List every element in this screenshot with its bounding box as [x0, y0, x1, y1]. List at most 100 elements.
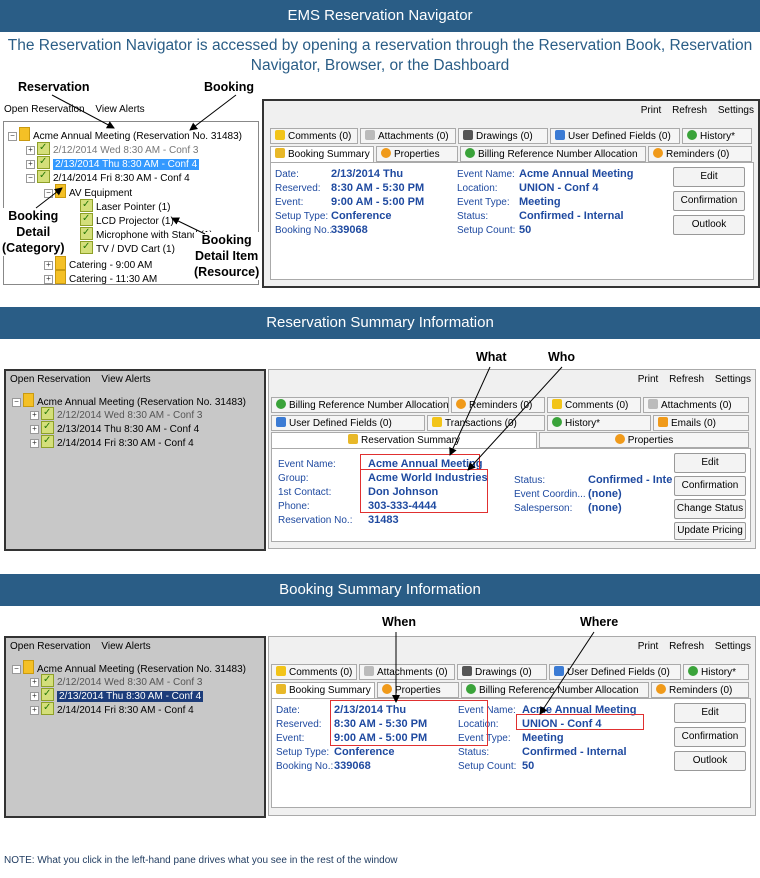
tab-transactions[interactable]: Transactions (0) [427, 415, 545, 431]
booking-check-icon [41, 420, 54, 434]
refresh-button[interactable]: Refresh [669, 374, 704, 385]
confirmation-button[interactable]: Confirmation [674, 727, 746, 747]
collapse-icon[interactable]: − [12, 398, 21, 407]
tree-booking-node[interactable]: +2/13/2014 Thu 8:30 AM - Conf 4 [30, 687, 204, 702]
date-value: 2/13/2014 Thu [331, 168, 404, 180]
tab-billing[interactable]: Billing Reference Number Allocation [460, 146, 646, 162]
change-status-button[interactable]: Change Status [674, 499, 746, 519]
tab-reminders[interactable]: Reminders (0) [648, 146, 752, 162]
tab-comments[interactable]: Comments (0) [547, 397, 641, 413]
tab-properties[interactable]: Properties [377, 682, 459, 698]
tab-booking-summary[interactable]: Booking Summary [271, 682, 375, 698]
tree-booking-node[interactable]: +2/13/2014 Thu 8:30 AM - Conf 4 [26, 155, 200, 170]
tab-history[interactable]: History* [547, 415, 651, 431]
expand-icon[interactable]: + [30, 425, 39, 434]
tab-reminders[interactable]: Reminders (0) [651, 682, 749, 698]
update-pricing-button[interactable]: Update Pricing [674, 522, 746, 540]
tab-comments[interactable]: Comments (0) [271, 664, 357, 680]
settings-button[interactable]: Settings [718, 105, 754, 116]
expand-icon[interactable]: + [30, 678, 39, 687]
print-button[interactable]: Print [638, 374, 659, 385]
open-reservation-menu[interactable]: Open Reservation [10, 374, 91, 385]
tab-attachments[interactable]: Attachments (0) [643, 397, 749, 413]
tab-attachments[interactable]: Attachments (0) [360, 128, 456, 144]
label-booking-detail: Booking Detail (Category) [2, 208, 65, 256]
print-button[interactable]: Print [638, 641, 659, 652]
expand-icon[interactable]: + [30, 706, 39, 715]
tab-billing[interactable]: Billing Reference Number Allocation [271, 397, 449, 413]
collapse-icon[interactable]: − [44, 189, 53, 198]
event-name-label: Event Name: [457, 169, 515, 180]
edit-button[interactable]: Edit [674, 703, 746, 723]
open-reservation-menu[interactable]: Open Reservation [10, 641, 91, 652]
tree-booking-node[interactable]: +2/12/2014 Wed 8:30 AM - Conf 3 [30, 673, 202, 688]
expand-icon[interactable]: + [44, 275, 53, 284]
refresh-button[interactable]: Refresh [669, 641, 704, 652]
setup-type-label: Setup Type: [275, 211, 329, 222]
open-reservation-menu[interactable]: Open Reservation [4, 104, 85, 115]
tab-billing[interactable]: Billing Reference Number Allocation [461, 682, 649, 698]
view-alerts-menu[interactable]: View Alerts [101, 641, 150, 652]
tab-attachments[interactable]: Attachments (0) [359, 664, 455, 680]
expand-icon[interactable]: + [30, 411, 39, 420]
billing-icon [466, 684, 476, 694]
booking-check-icon [41, 406, 54, 420]
expand-icon[interactable]: + [26, 160, 35, 169]
tab-reservation-summary[interactable]: Reservation Summary [271, 432, 537, 448]
tree-booking-node[interactable]: −2/14/2014 Fri 8:30 AM - Conf 4 [26, 169, 190, 184]
tree-category-node[interactable]: − AV Equipment [44, 184, 132, 199]
tree-booking-node[interactable]: +2/13/2014 Thu 8:30 AM - Conf 4 [30, 420, 199, 435]
collapse-icon[interactable]: − [8, 132, 17, 141]
label-when: When [382, 615, 417, 629]
collapse-icon[interactable]: − [12, 665, 21, 674]
tree-booking-node[interactable]: +2/12/2014 Wed 8:30 AM - Conf 3 [26, 141, 198, 156]
tab-emails[interactable]: Emails (0) [653, 415, 749, 431]
expand-icon[interactable]: + [30, 692, 39, 701]
tree-item-node[interactable]: Microphone with Stand (1) [80, 226, 213, 241]
tree-booking-node[interactable]: +2/12/2014 Wed 8:30 AM - Conf 3 [30, 406, 202, 421]
tab-user-defined-fields[interactable]: User Defined Fields (0) [549, 664, 681, 680]
tab-drawings[interactable]: Drawings (0) [457, 664, 547, 680]
item-check-icon [80, 226, 93, 240]
expand-icon[interactable]: + [44, 261, 53, 270]
tab-user-defined-fields[interactable]: User Defined Fields (0) [550, 128, 680, 144]
status-label: Status: [457, 211, 489, 222]
tree-category-node[interactable]: + Catering - 11:30 AM [44, 270, 157, 285]
tree-item-node[interactable]: LCD Projector (1) [80, 212, 174, 227]
tree-item-node[interactable]: Laser Pointer (1) [80, 198, 170, 213]
tree-reservation-node[interactable]: − Acme Annual Meeting (Reservation No. 31… [12, 660, 246, 675]
summary-icon [275, 148, 285, 158]
tab-booking-summary[interactable]: Booking Summary [270, 146, 374, 162]
refresh-button[interactable]: Refresh [672, 105, 707, 116]
tab-properties[interactable]: Properties [376, 146, 458, 162]
tree-category-node[interactable]: + Catering - 9:00 AM [44, 256, 152, 271]
tab-history[interactable]: History* [683, 664, 749, 680]
tab-reminders[interactable]: Reminders (0) [451, 397, 545, 413]
print-button[interactable]: Print [641, 105, 662, 116]
reservation-summary-banner: Reservation Summary Information [0, 307, 760, 339]
outlook-button[interactable]: Outlook [673, 215, 745, 235]
tab-user-defined-fields[interactable]: User Defined Fields (0) [271, 415, 425, 431]
edit-button[interactable]: Edit [674, 453, 746, 473]
tab-drawings[interactable]: Drawings (0) [458, 128, 548, 144]
expand-icon[interactable]: + [26, 146, 35, 155]
edit-button[interactable]: Edit [673, 167, 745, 187]
settings-button[interactable]: Settings [715, 374, 751, 385]
collapse-icon[interactable]: − [26, 174, 35, 183]
tab-properties[interactable]: Properties [539, 432, 749, 448]
tab-comments[interactable]: Comments (0) [270, 128, 358, 144]
view-alerts-menu[interactable]: View Alerts [95, 104, 144, 115]
outlook-button[interactable]: Outlook [674, 751, 746, 771]
settings-button[interactable]: Settings [715, 641, 751, 652]
tree-reservation-node[interactable]: − Acme Annual Meeting (Reservation No. 31… [8, 127, 242, 142]
confirmation-button[interactable]: Confirmation [673, 191, 745, 211]
view-alerts-menu[interactable]: View Alerts [101, 374, 150, 385]
tree-booking-node[interactable]: +2/14/2014 Fri 8:30 AM - Conf 4 [30, 701, 194, 716]
confirmation-button[interactable]: Confirmation [674, 476, 746, 496]
tree-booking-node[interactable]: +2/14/2014 Fri 8:30 AM - Conf 4 [30, 434, 194, 449]
item-check-icon [80, 240, 93, 254]
expand-icon[interactable]: + [30, 439, 39, 448]
tree-reservation-node[interactable]: − Acme Annual Meeting (Reservation No. 31… [12, 393, 246, 408]
tree-item-node[interactable]: TV / DVD Cart (1) [80, 240, 175, 255]
tab-history[interactable]: History* [682, 128, 752, 144]
